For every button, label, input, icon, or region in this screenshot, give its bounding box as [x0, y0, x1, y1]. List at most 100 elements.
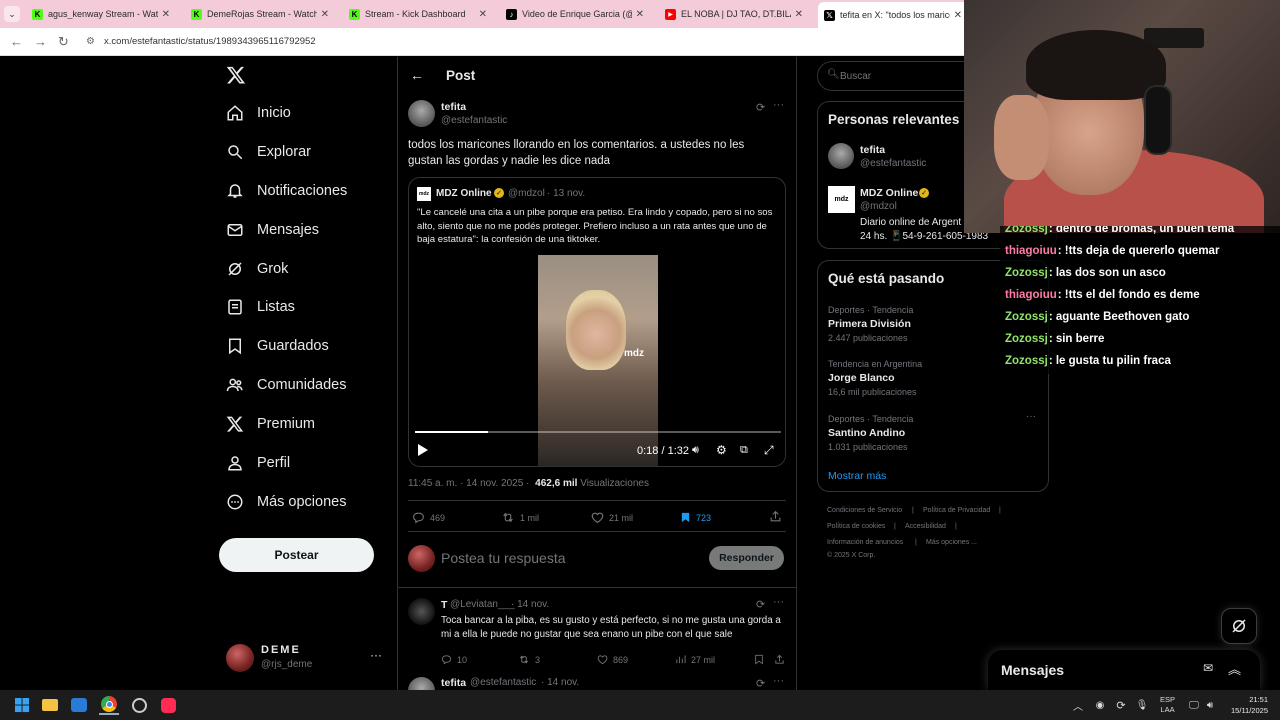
browser-tab[interactable]: Kagus_kenway Stream - Watch Li ✕ — [26, 3, 176, 25]
nav-item-perfil[interactable]: Perfil — [226, 454, 290, 472]
person-name[interactable]: MDZ Online — [860, 187, 918, 199]
nav-item-más-opciones[interactable]: Más opciones — [226, 493, 346, 511]
back-icon[interactable]: ← — [10, 34, 23, 49]
mic-icon[interactable]: 🎙︎ — [1132, 695, 1152, 715]
quote-card[interactable]: mdz MDZ Online ✓ @mdzol · 13 nov. "Le ca… — [408, 177, 786, 467]
post-button[interactable]: Postear — [219, 538, 374, 572]
windows-start-icon[interactable] — [12, 695, 32, 715]
nav-item-notificaciones[interactable]: Notificaciones — [226, 182, 347, 200]
grok-icon[interactable]: ⟳ — [756, 677, 765, 690]
reply-tweet[interactable]: tefita @estefantastic · 14 nov. ⟳ ··· — [398, 673, 796, 690]
tiktok-live-icon[interactable] — [158, 695, 178, 715]
trend-item[interactable]: Deportes · Tendencia Primera División 2.44… — [828, 305, 913, 343]
trend-item[interactable]: Deportes · Tendencia Santino Andino 1.031 … — [828, 414, 913, 452]
more-icon[interactable]: ··· — [773, 99, 784, 111]
play-icon[interactable] — [418, 444, 428, 456]
clock[interactable]: 21:51 15/11/2025 — [1224, 694, 1268, 716]
sync-icon[interactable]: ⟳ — [1111, 695, 1131, 715]
footer-more[interactable]: Más opciones ... — [926, 539, 977, 546]
nav-item-inicio[interactable]: Inicio — [226, 104, 291, 122]
site-info-icon[interactable]: ⚙ — [86, 36, 95, 47]
chat-username[interactable]: Zozossj — [1004, 311, 1049, 323]
post-author[interactable]: tefita — [441, 101, 466, 113]
chat-username[interactable]: Zozossj — [1004, 267, 1049, 279]
volume-icon[interactable]: 🔊︎ — [692, 444, 699, 457]
bookmark-icon[interactable] — [754, 654, 769, 665]
nav-item-guardados[interactable]: Guardados — [226, 337, 329, 355]
settings-icon[interactable]: ⚙ — [716, 443, 727, 457]
close-tab-icon[interactable]: ✕ — [321, 9, 329, 20]
post-avatar[interactable] — [408, 100, 435, 127]
url-field[interactable]: x.com/estefantastic/status/1989343965116… — [104, 36, 316, 47]
reply-input[interactable]: Postea tu respuesta — [441, 550, 566, 566]
repost-stat[interactable]: 1 mil — [501, 511, 539, 524]
nav-item-mensajes[interactable]: Mensajes — [226, 221, 319, 239]
x-logo-icon[interactable] — [226, 65, 248, 87]
chrome-icon[interactable] — [99, 695, 119, 715]
pip-icon[interactable]: ⧉ — [740, 444, 748, 457]
person-avatar[interactable]: mdz — [828, 186, 855, 213]
share-icon[interactable] — [774, 654, 790, 665]
grok-floating-button[interactable] — [1221, 608, 1257, 644]
grok-icon[interactable]: ⟳ — [756, 101, 765, 114]
browser-tab[interactable]: K Stream - Kick Dashboard ✕ — [343, 3, 493, 25]
video-progress-track[interactable] — [415, 431, 781, 433]
person-name[interactable]: tefita — [860, 144, 885, 156]
account-switcher[interactable]: DEME @rjs_deme ··· — [226, 642, 386, 674]
more-icon[interactable]: ··· — [773, 675, 784, 687]
footer-accessibility[interactable]: Accesibilidad — [905, 523, 946, 530]
close-tab-icon[interactable]: ✕ — [795, 9, 803, 20]
chat-username[interactable]: thiagoiuu — [1004, 245, 1058, 257]
like-stat[interactable]: 21 mil — [591, 511, 633, 524]
fullscreen-icon[interactable]: ⤢ — [764, 443, 774, 458]
footer-terms[interactable]: Condiciones de Servicio — [827, 507, 902, 514]
chat-username[interactable]: Zozossj — [1004, 226, 1049, 235]
nav-item-grok[interactable]: Grok — [226, 260, 288, 278]
tab-search-button[interactable]: ⌄ — [4, 6, 20, 22]
reload-icon[interactable]: ↻ — [58, 34, 69, 50]
discord-icon[interactable]: ◉ — [1090, 695, 1110, 715]
new-message-icon[interactable]: ✉ — [1203, 661, 1213, 675]
footer-privacy[interactable]: Política de Privacidad — [923, 507, 990, 514]
nav-item-premium[interactable]: Premium — [226, 415, 315, 433]
video-player[interactable]: mdz 0:18 / 1:32 🔊︎ ⚙ ⧉ ⤢ — [409, 255, 785, 466]
grok-icon[interactable]: ⟳ — [756, 598, 765, 611]
more-icon[interactable]: ··· — [773, 596, 784, 608]
expand-icon[interactable]: ︽ — [1228, 659, 1241, 678]
reply-tweet[interactable]: T @Leviatan___ · 14 nov. ⟳ ··· Toca banc… — [398, 588, 796, 673]
back-arrow-icon[interactable]: ← — [410, 67, 424, 83]
forward-icon[interactable]: → — [34, 34, 47, 49]
close-tab-icon[interactable]: ✕ — [636, 9, 644, 20]
show-more-link[interactable]: Mostrar más — [828, 470, 886, 482]
footer-cookies[interactable]: Política de cookies — [827, 523, 885, 530]
nav-item-explorar[interactable]: Explorar — [226, 143, 311, 161]
chat-username[interactable]: Zozossj — [1004, 333, 1049, 345]
volume-icon[interactable]: 🔊︎ — [1200, 695, 1220, 715]
browser-tab[interactable]: ♪ Video de Enrique Garcia (@psu ✕ — [500, 3, 650, 25]
close-tab-icon[interactable]: ✕ — [954, 10, 962, 21]
browser-tab[interactable]: K DemeRojas Stream - Watch Live ✕ — [185, 3, 335, 25]
post-handle[interactable]: @estefantastic — [441, 115, 507, 126]
browser-tab[interactable]: ▶ EL NOBA | DJ TAO, DT.BILARDO ✕ — [659, 3, 809, 25]
reply-replies[interactable]: 10 — [441, 654, 467, 665]
nav-item-comunidades[interactable]: Comunidades — [226, 376, 346, 394]
mail-app-icon[interactable] — [69, 695, 89, 715]
file-explorer-icon[interactable] — [40, 695, 60, 715]
chevron-up-icon[interactable]: ︿ — [1068, 695, 1088, 715]
bookmark-stat[interactable]: 723 — [680, 511, 711, 524]
language-indicator[interactable]: ESP LAA — [1160, 695, 1175, 715]
browser-tab[interactable]: 𝕏tefita en X: "todos los marico ✕ — [818, 2, 968, 28]
nav-item-listas[interactable]: Listas — [226, 298, 295, 316]
close-tab-icon[interactable]: ✕ — [162, 9, 170, 20]
reply-reposts[interactable]: 3 — [518, 654, 540, 665]
trend-more-icon[interactable]: ··· — [1026, 411, 1036, 422]
person-avatar[interactable] — [828, 143, 854, 169]
close-tab-icon[interactable]: ✕ — [479, 9, 487, 20]
reply-button[interactable]: Responder — [709, 546, 784, 570]
reply-stat[interactable]: 469 — [412, 511, 445, 524]
chat-username[interactable]: Zozossj — [1004, 355, 1049, 367]
chat-username[interactable]: thiagoiuu — [1004, 289, 1058, 301]
messages-drawer[interactable]: Mensajes ✉ ︽ — [988, 650, 1260, 690]
reply-views[interactable]: 27 mil — [675, 654, 715, 665]
obs-icon[interactable] — [129, 695, 149, 715]
